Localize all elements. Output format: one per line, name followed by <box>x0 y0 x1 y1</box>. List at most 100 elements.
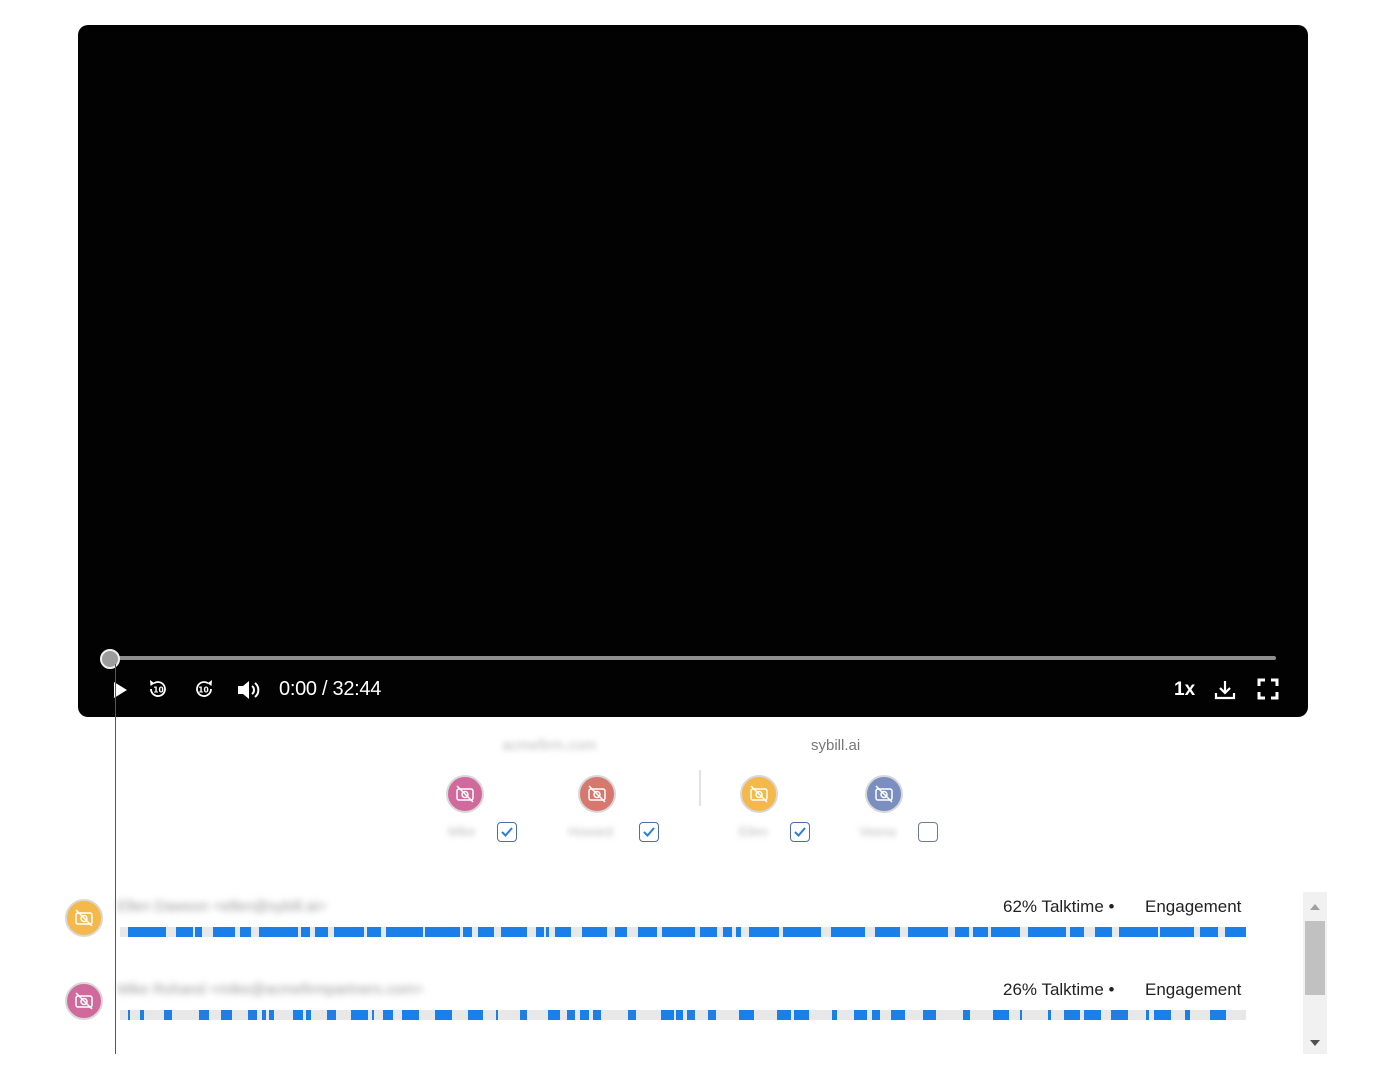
participant-1: Mike <box>445 774 565 846</box>
download-button[interactable] <box>1213 678 1237 702</box>
scroll-up-button[interactable] <box>1303 898 1327 916</box>
avatar <box>65 899 103 937</box>
video-player[interactable] <box>78 25 1308 717</box>
camera-off-icon <box>75 992 93 1010</box>
speaking-segment <box>1064 1010 1080 1020</box>
talktime-value: 62% Talktime <box>1003 897 1104 916</box>
org-divider <box>699 770 701 806</box>
triangle-down-icon <box>1310 1040 1320 1046</box>
speaking-segment <box>708 1010 716 1020</box>
speaking-segment <box>615 927 627 937</box>
volume-button[interactable] <box>235 678 263 702</box>
speaking-timeline[interactable] <box>120 927 1246 937</box>
camera-off-icon <box>875 785 893 803</box>
participant-checkbox[interactable] <box>497 822 517 842</box>
camera-off-icon <box>75 909 93 927</box>
engagement-label[interactable]: Engagement <box>1145 980 1241 1000</box>
speaking-segment <box>1020 1010 1022 1020</box>
play-button[interactable] <box>111 680 129 700</box>
speaking-segment <box>676 1010 683 1020</box>
speaking-segment <box>1185 1010 1190 1020</box>
participant-name: Mike <box>448 824 476 839</box>
time-display: 0:00 / 32:44 <box>279 678 382 700</box>
speaking-segment <box>128 1010 130 1020</box>
speaking-segment <box>478 927 494 937</box>
speaking-segment <box>293 1010 303 1020</box>
speaking-segment <box>195 927 202 937</box>
speaking-segment <box>739 1010 754 1020</box>
forward-10-button[interactable]: 10 <box>191 676 217 702</box>
speaking-segment <box>783 927 821 937</box>
speaking-segment <box>580 1010 589 1020</box>
speaking-segment <box>831 927 865 937</box>
seek-bar[interactable] <box>113 656 1276 660</box>
rewind-10-button[interactable]: 10 <box>145 676 171 702</box>
speaking-segment <box>875 927 900 937</box>
tracks-scrollbar[interactable] <box>1303 892 1327 1054</box>
participant-checkbox[interactable] <box>790 822 810 842</box>
fullscreen-button[interactable] <box>1256 677 1280 701</box>
speaking-segment <box>402 1010 419 1020</box>
avatar <box>865 775 903 813</box>
speaking-segment <box>1225 927 1246 937</box>
speaking-segment <box>662 927 695 937</box>
participant-name: Veena <box>859 824 896 839</box>
participant-name: Howard <box>568 824 613 839</box>
avatar <box>65 982 103 1020</box>
scroll-down-button[interactable] <box>1303 1034 1327 1052</box>
speaking-segment <box>176 927 193 937</box>
participant-checkbox[interactable] <box>918 822 938 842</box>
speaking-segment <box>306 1010 311 1020</box>
speaking-segment <box>891 1010 905 1020</box>
speaking-segment <box>736 927 741 937</box>
download-icon <box>1214 681 1236 700</box>
speaking-segment <box>991 927 1020 937</box>
avatar <box>446 775 484 813</box>
speaking-segment <box>199 1010 209 1020</box>
speaking-segment <box>582 927 607 937</box>
speaking-segment <box>221 1010 232 1020</box>
talktime-label: 62% Talktime • <box>1003 897 1115 916</box>
speaking-segment <box>128 927 166 937</box>
speaking-segment <box>140 1010 144 1020</box>
speaker-name: Ellen Dawson <ellen@sybill.ai> <box>117 898 327 915</box>
speaking-segment <box>1119 927 1158 937</box>
talktime-value: 26% Talktime <box>1003 980 1104 999</box>
speaking-segment <box>301 927 310 937</box>
playback-speed-button[interactable]: 1x <box>1174 679 1195 701</box>
speaking-segment <box>749 927 779 937</box>
svg-text:10: 10 <box>153 686 163 695</box>
engagement-label[interactable]: Engagement <box>1145 897 1241 917</box>
speaking-segment <box>872 1010 880 1020</box>
speaking-timeline[interactable] <box>120 1010 1246 1020</box>
seek-thumb[interactable] <box>100 649 120 669</box>
speaking-segment <box>496 1010 498 1020</box>
speaking-segment <box>546 927 549 937</box>
speaking-segment <box>327 1010 336 1020</box>
speaking-segment <box>351 1010 368 1020</box>
speaking-segment <box>963 1010 970 1020</box>
forward-10-icon: 10 <box>196 680 212 697</box>
speaking-segment <box>248 1010 257 1020</box>
speaking-segment <box>777 1010 791 1020</box>
participant-3: Ellen <box>739 774 859 846</box>
speaking-segment <box>468 1010 483 1020</box>
camera-off-icon <box>588 785 606 803</box>
speaking-segment <box>501 927 527 937</box>
speaking-segment <box>700 927 717 937</box>
participant-checkbox[interactable] <box>639 822 659 842</box>
speaking-segment <box>1084 1010 1101 1020</box>
speaking-segment <box>555 927 571 937</box>
speaking-segment <box>1146 1010 1149 1020</box>
speaking-segment <box>854 1010 867 1020</box>
speaker-track-row: Mike Rohand <mike@acmefirmpartners.com> … <box>0 979 1300 1039</box>
scroll-thumb[interactable] <box>1305 921 1325 995</box>
speaking-segment <box>213 927 235 937</box>
speaking-segment <box>386 927 423 937</box>
speaking-segment <box>269 1010 274 1020</box>
avatar <box>578 775 616 813</box>
speaker-name: Mike Rohand <mike@acmefirmpartners.com> <box>117 981 424 998</box>
participant-2: Howard <box>568 774 698 846</box>
speaking-segment <box>1095 927 1112 937</box>
speaking-segment <box>687 1010 695 1020</box>
